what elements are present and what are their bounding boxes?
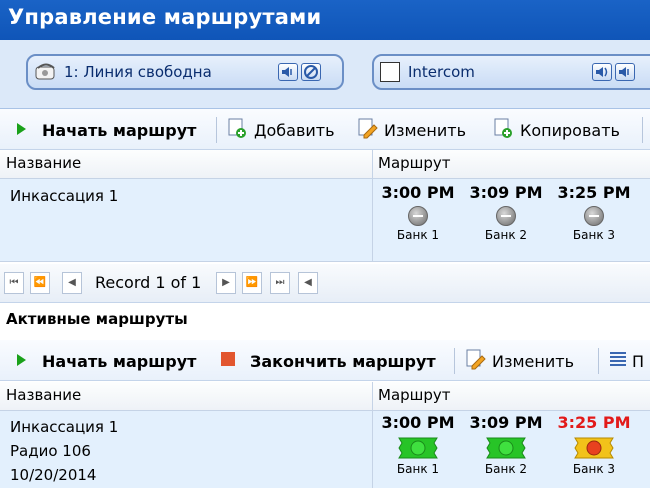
column-divider	[372, 411, 373, 488]
speaker-icon[interactable]	[278, 63, 298, 81]
play-icon	[14, 352, 28, 371]
edit-label: Изменить	[384, 120, 466, 140]
last-page-button[interactable]: ⏭	[270, 272, 290, 294]
status-alarm-icon	[571, 436, 617, 460]
stop-bank: Банк 1	[396, 228, 440, 242]
stop-bank: Банк 2	[484, 228, 528, 242]
prev-record-button[interactable]: ◀	[62, 272, 82, 294]
table-row[interactable]: Инкассация 1 Радио 106 10/20/2014 3:00 P…	[0, 411, 650, 488]
speaker-icon[interactable]	[615, 63, 635, 81]
next-record-button[interactable]: ▶	[216, 272, 236, 294]
record-indicator: Record 1 of 1	[95, 273, 202, 292]
route-date: 10/20/2014	[10, 466, 97, 484]
intercom-checkbox[interactable]	[380, 62, 400, 82]
route-radio: Радио 106	[10, 442, 91, 460]
active-grid-header: Название Маршрут	[0, 382, 650, 411]
active-routes-toolbar: Начать маршрут Закончить маршрут Изменит…	[0, 340, 650, 381]
edit-icon	[356, 117, 378, 143]
column-route-header[interactable]: Маршрут	[378, 386, 451, 404]
route-stop: 3:09 PM Банк 2	[466, 413, 546, 476]
copy-icon	[492, 117, 514, 143]
window-title: Управление маршрутами	[8, 5, 322, 29]
toolbar-divider	[454, 348, 455, 374]
copy-button[interactable]: Копировать	[492, 118, 620, 142]
stop-icon	[220, 351, 236, 371]
stop-route-label: Закончить маршрут	[250, 351, 436, 371]
route-stop: 3:00 PM Банк 1	[378, 413, 458, 476]
next-page-button[interactable]: ⏩	[242, 272, 262, 294]
toolbar-divider	[642, 117, 643, 143]
list-icon	[608, 349, 628, 373]
record-navigator: ⏮ ⏪ ◀ Record 1 of 1 ▶ ⏩ ⏭ ◀	[0, 264, 650, 303]
column-name-header[interactable]: Название	[6, 154, 81, 172]
table-row[interactable]: Инкассация 1 3:00 PM Банк 1 3:09 PM Банк…	[0, 179, 650, 262]
start-route-button[interactable]: Начать маршрут	[14, 349, 196, 373]
play-icon	[14, 121, 28, 140]
edit-button[interactable]: Изменить	[464, 349, 574, 373]
more-label: П	[632, 351, 645, 371]
line-1-box[interactable]: 1: Линия свободна	[26, 54, 344, 90]
phone-icon	[34, 61, 58, 87]
add-label: Добавить	[254, 120, 335, 140]
add-icon	[226, 117, 248, 143]
stop-bank: Банк 1	[396, 462, 440, 476]
line-1-label: 1: Линия свободна	[64, 63, 212, 81]
copy-label: Копировать	[520, 120, 620, 140]
stop-time: 3:00 PM	[381, 413, 455, 432]
status-ok-icon	[483, 436, 529, 460]
route-name: Инкассация 1	[10, 187, 119, 205]
title-bar: Управление маршрутами	[0, 0, 650, 40]
toolbar-divider	[598, 348, 599, 374]
route-stop: 3:09 PM Банк 2	[466, 183, 546, 242]
route-stop: 3:25 PM Банк 3	[554, 183, 634, 242]
routes-grid-header: Название Маршрут	[0, 150, 650, 179]
stop-bank: Банк 3	[572, 462, 616, 476]
prev-page-button[interactable]: ⏪	[30, 272, 50, 294]
status-ok-icon	[395, 436, 441, 460]
line-2-label: Intercom	[408, 63, 475, 81]
stop-time: 3:25 PM	[557, 183, 631, 202]
volume-icon[interactable]	[592, 63, 612, 81]
column-divider	[372, 179, 373, 261]
status-grey-icon	[584, 206, 604, 226]
column-divider	[372, 150, 373, 178]
stop-route-button[interactable]: Закончить маршрут	[220, 349, 436, 373]
stop-bank: Банк 2	[484, 462, 528, 476]
route-stop: 3:00 PM Банк 1	[378, 183, 458, 242]
more-button[interactable]: П	[608, 349, 644, 373]
status-grey-icon	[408, 206, 428, 226]
toolbar-divider	[216, 117, 217, 143]
edit-icon	[464, 348, 486, 374]
scroll-left-button[interactable]: ◀	[298, 272, 318, 294]
add-button[interactable]: Добавить	[226, 118, 335, 142]
status-grey-icon	[496, 206, 516, 226]
start-route-label: Начать маршрут	[42, 120, 197, 140]
route-name: Инкассация 1	[10, 418, 119, 436]
stop-time: 3:09 PM	[469, 183, 543, 202]
start-route-button[interactable]: Начать маршрут	[14, 118, 196, 142]
column-divider	[372, 382, 373, 410]
block-icon[interactable]	[301, 63, 321, 81]
stop-time: 3:09 PM	[469, 413, 543, 432]
stop-time-late: 3:25 PM	[557, 413, 631, 432]
routes-toolbar: Начать маршрут Добавить Изменить Копиров…	[0, 109, 650, 150]
start-route-label: Начать маршрут	[42, 351, 197, 371]
active-routes-title: Активные маршруты	[6, 310, 188, 328]
column-name-header[interactable]: Название	[6, 386, 81, 404]
first-page-button[interactable]: ⏮	[4, 272, 24, 294]
stop-time: 3:00 PM	[381, 183, 455, 202]
route-stop: 3:25 PM Банк 3	[554, 413, 634, 476]
column-route-header[interactable]: Маршрут	[378, 154, 451, 172]
line-2-box[interactable]: Intercom	[372, 54, 650, 90]
line-status-bar: 1: Линия свободна Intercom	[0, 40, 650, 109]
edit-label: Изменить	[492, 351, 574, 371]
edit-button[interactable]: Изменить	[356, 118, 466, 142]
stop-bank: Банк 3	[572, 228, 616, 242]
